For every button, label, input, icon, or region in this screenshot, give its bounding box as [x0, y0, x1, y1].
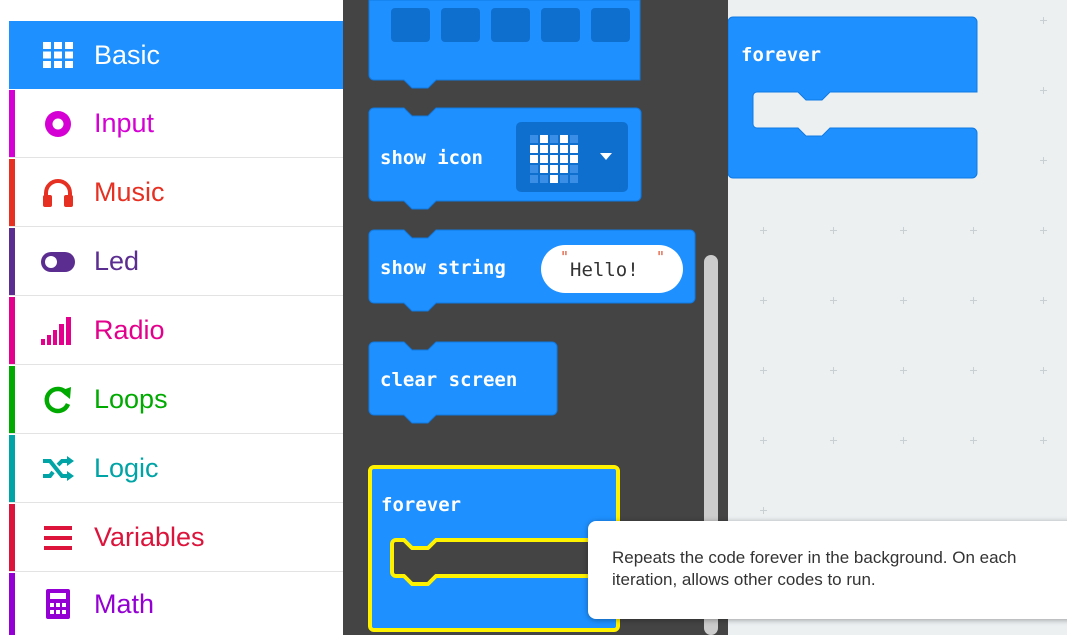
- category-led[interactable]: Led: [9, 228, 343, 296]
- category-label: Input: [94, 108, 155, 138]
- show-string-block[interactable]: show string " Hello! ": [368, 229, 696, 312]
- lines-icon: [39, 519, 77, 557]
- grid-icon: [39, 36, 77, 74]
- input-circle-icon: [39, 105, 77, 143]
- category-label: Loops: [94, 384, 168, 414]
- category-label: Logic: [94, 453, 159, 483]
- category-basic[interactable]: Basic: [9, 21, 343, 89]
- category-label: Radio: [94, 315, 165, 345]
- show-icon-block[interactable]: show icon: [368, 107, 642, 210]
- tooltip-text: Repeats the code forever in the backgrou…: [612, 548, 1017, 589]
- category-label: Music: [94, 177, 165, 207]
- forever-label: forever: [741, 44, 821, 66]
- forever-block-workspace[interactable]: forever: [728, 16, 978, 179]
- clear-screen-block[interactable]: clear screen: [368, 341, 558, 424]
- show-string-label: show string: [380, 257, 506, 279]
- string-input[interactable]: " Hello! ": [541, 245, 683, 293]
- string-value: Hello!: [570, 259, 639, 281]
- category-math[interactable]: Math: [9, 573, 343, 635]
- category-loops[interactable]: Loops: [9, 366, 343, 434]
- show-leds-block[interactable]: [368, 0, 641, 89]
- category-label: Math: [94, 588, 155, 619]
- loop-arrow-icon: [39, 381, 77, 419]
- forever-label: forever: [381, 494, 461, 516]
- category-label: Variables: [94, 522, 205, 552]
- calculator-icon: [39, 585, 77, 623]
- category-logic[interactable]: Logic: [9, 435, 343, 503]
- signal-bars-icon: [39, 312, 77, 350]
- category-radio[interactable]: Radio: [9, 297, 343, 365]
- svg-text:": ": [656, 248, 665, 266]
- svg-text:": ": [560, 248, 569, 266]
- toolbox-sidebar: Basic Input Music Led Radio Loops Logic …: [0, 0, 343, 635]
- category-music[interactable]: Music: [9, 159, 343, 227]
- toggle-icon: [39, 243, 77, 281]
- category-input[interactable]: Input: [9, 90, 343, 158]
- forever-block-flyout[interactable]: forever: [368, 465, 620, 632]
- category-label: Led: [94, 246, 140, 276]
- category-variables[interactable]: Variables: [9, 504, 343, 572]
- show-icon-label: show icon: [380, 147, 483, 169]
- headphones-icon: [39, 174, 77, 212]
- clear-screen-label: clear screen: [380, 369, 517, 391]
- category-label: Basic: [94, 39, 161, 70]
- block-tooltip: Repeats the code forever in the backgrou…: [588, 521, 1067, 619]
- shuffle-icon: [39, 450, 77, 488]
- icon-dropdown[interactable]: [516, 122, 628, 192]
